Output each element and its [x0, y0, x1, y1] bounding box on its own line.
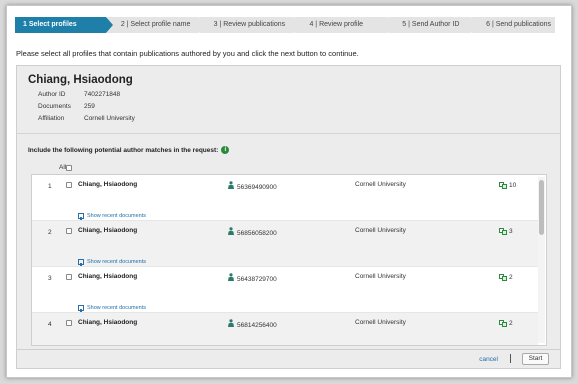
results-list: 1 Chiang, Hsiaodong 56369490900 Cornell … [31, 174, 547, 346]
select-all-label: All [59, 164, 67, 171]
document-count[interactable]: 2 [499, 274, 513, 281]
list-item: 4 Chiang, Hsiaodong 56814256400 Cornell … [32, 313, 538, 345]
documents-value: 259 [84, 103, 95, 110]
info-icon[interactable]: i [221, 146, 230, 154]
list-item: 1 Chiang, Hsiaodong 56369490900 Cornell … [32, 175, 538, 221]
select-all-checkbox[interactable] [66, 164, 73, 171]
step-select-profiles[interactable]: 1 Select profiles [15, 17, 113, 33]
author-id-label: Author ID [38, 91, 66, 98]
author-id-link[interactable]: 56438729700 [237, 276, 277, 283]
author-match-name: Chiang, Hsiaodong [78, 319, 138, 326]
show-recent-documents-link[interactable]: Show recent documents [78, 259, 147, 266]
author-id-link[interactable]: 56856058200 [237, 230, 277, 237]
wizard-steps: 1 Select profiles 2 | Select profile nam… [15, 17, 555, 33]
footer-divider [510, 354, 511, 363]
show-recent-label: Show recent documents [87, 259, 147, 265]
list-item: 2 Chiang, Hsiaodong 56856058200 Cornell … [32, 221, 538, 267]
step-send-publications[interactable]: 6 | Send publications [472, 17, 555, 33]
author-match-name: Chiang, Hsiaodong [78, 273, 138, 280]
dialog-frame: 1 Select profiles 2 | Select profile nam… [6, 5, 572, 378]
step-select-profile-name[interactable]: 2 | Select profile name [106, 17, 206, 33]
row-checkbox[interactable] [66, 320, 72, 326]
affiliation-label: Affiliation [38, 115, 65, 122]
author-id-link[interactable]: 56369490900 [237, 184, 277, 191]
list-item: 3 Chiang, Hsiaodong 56438729700 Cornell … [32, 267, 538, 313]
scrollbar-thumb[interactable] [539, 180, 544, 235]
affiliation: Cornell University [355, 181, 406, 188]
start-button[interactable]: Start [522, 353, 549, 365]
document-count[interactable]: 2 [499, 320, 513, 327]
author-name: Chiang, Hsiaodong [28, 74, 133, 86]
document-count[interactable]: 3 [499, 228, 513, 235]
document-count-value: 3 [509, 228, 513, 235]
document-icon [499, 182, 507, 189]
select-all[interactable]: All [59, 164, 73, 171]
affiliation: Cornell University [355, 319, 406, 326]
affiliation: Cornell University [355, 273, 406, 280]
document-icon [499, 274, 507, 281]
document-count[interactable]: 10 [499, 182, 516, 189]
author-id-row: Author ID 7402271848 [28, 89, 560, 101]
include-heading: Include the following potential author m… [28, 146, 230, 154]
show-recent-documents-link[interactable]: Show recent documents [78, 305, 147, 312]
document-count-value: 2 [509, 274, 513, 281]
instruction-text: Please select all profiles that contain … [16, 49, 359, 58]
person-icon [228, 227, 234, 235]
show-recent-label: Show recent documents [87, 305, 147, 311]
affiliation: Cornell University [355, 227, 406, 234]
step-review-publications[interactable]: 3 | Review publications [199, 17, 302, 33]
row-checkbox[interactable] [66, 274, 72, 280]
profile-panel: Chiang, Hsiaodong Author ID 7402271848 D… [16, 65, 561, 369]
show-icon [78, 305, 84, 312]
row-number: 4 [48, 321, 52, 328]
row-checkbox[interactable] [66, 228, 72, 234]
scrollbar[interactable] [538, 177, 545, 343]
include-label: Include the following potential author m… [28, 146, 219, 154]
step-review-profile[interactable]: 4 | Review profile [295, 17, 395, 33]
documents-label: Documents [38, 103, 71, 110]
dialog-footer: cancel Start [17, 349, 560, 369]
document-count-value: 2 [509, 320, 513, 327]
documents-row: Documents 259 [28, 101, 560, 113]
row-number: 2 [48, 229, 52, 236]
document-icon [499, 320, 507, 327]
author-id-value: 7402271848 [84, 91, 121, 98]
document-icon [499, 228, 507, 235]
show-recent-documents-link[interactable]: Show recent documents [78, 213, 147, 220]
person-icon [228, 273, 234, 281]
person-icon [228, 181, 234, 189]
row-number: 3 [48, 275, 52, 282]
person-icon [228, 319, 234, 327]
affiliation-value: Cornell University [84, 115, 135, 122]
step-send-author-id[interactable]: 5 | Send Author ID [388, 17, 478, 33]
show-recent-label: Show recent documents [87, 213, 147, 219]
author-match-name: Chiang, Hsiaodong [78, 227, 138, 234]
author-header: Chiang, Hsiaodong Author ID 7402271848 D… [17, 66, 560, 134]
show-icon [78, 213, 84, 220]
author-match-name: Chiang, Hsiaodong [78, 181, 138, 188]
row-checkbox[interactable] [66, 182, 72, 188]
affiliation-row: Affiliation Cornell University [28, 113, 560, 125]
row-number: 1 [48, 183, 52, 190]
document-count-value: 10 [509, 182, 517, 189]
author-id-link[interactable]: 56814256400 [237, 322, 277, 329]
show-icon [78, 259, 84, 266]
cancel-link[interactable]: cancel [479, 356, 498, 363]
